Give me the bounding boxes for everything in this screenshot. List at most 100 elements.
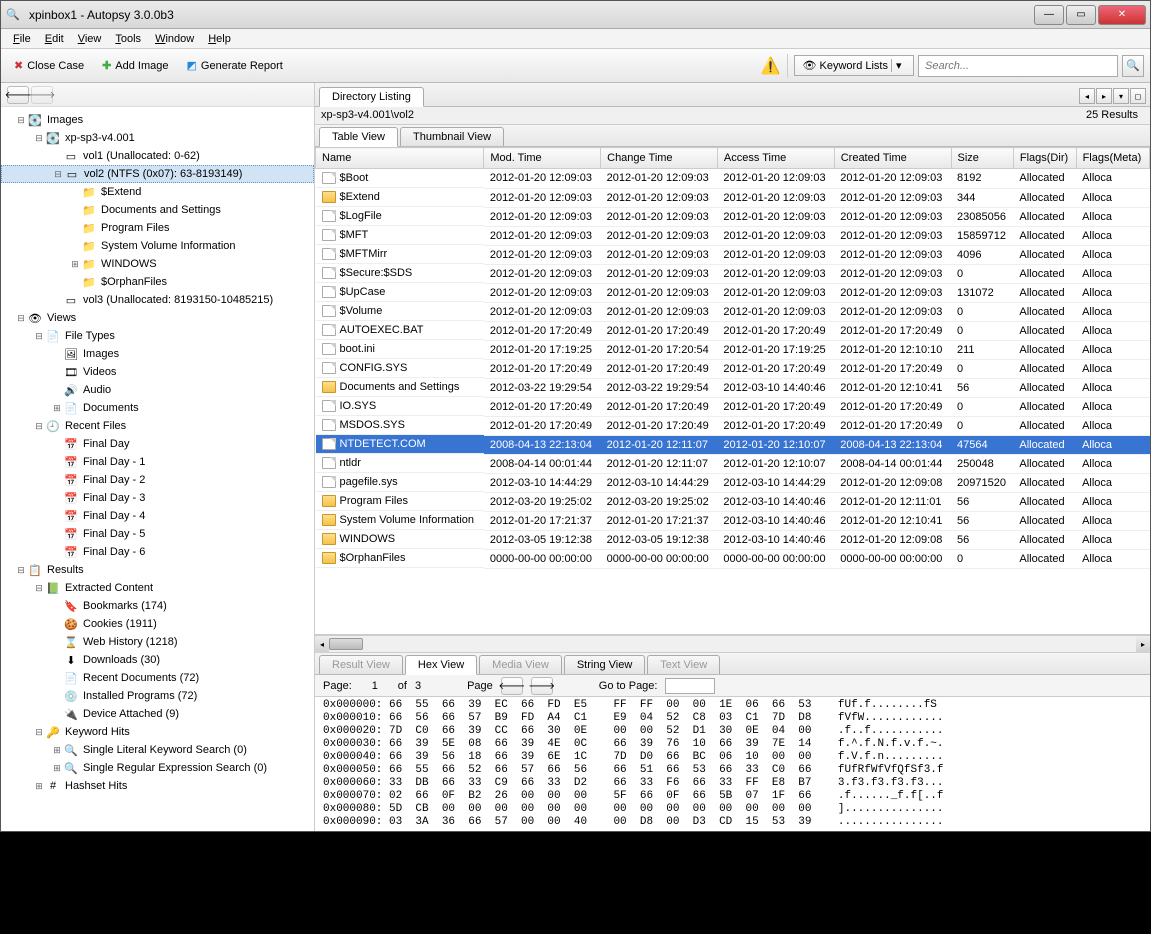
next-panel-button[interactable]: ▸ — [1096, 88, 1112, 104]
tree-node[interactable]: 📅Final Day - 1 — [1, 453, 314, 471]
page-prev-button[interactable]: 🡐 — [501, 677, 523, 695]
drop-panel-button[interactable]: ▾ — [1113, 88, 1129, 104]
search-button[interactable]: 🔍 — [1122, 55, 1144, 77]
tree-node[interactable]: 📅Final Day - 5 — [1, 525, 314, 543]
tree-node[interactable]: ⊞🔍Single Regular Expression Search (0) — [1, 759, 314, 777]
tab-directory-listing[interactable]: Directory Listing — [319, 87, 424, 107]
table-row[interactable]: $MFT2012-01-20 12:09:032012-01-20 12:09:… — [316, 226, 1150, 245]
column-header[interactable]: Access Time — [717, 148, 834, 169]
back-button[interactable]: 🡐 — [7, 86, 29, 104]
forward-button[interactable]: 🡒 — [31, 86, 53, 104]
tree-toggle[interactable]: ⊟ — [15, 313, 27, 324]
tree-node[interactable]: ⬇Downloads (30) — [1, 651, 314, 669]
tree-toggle[interactable]: ⊟ — [52, 169, 64, 180]
tab-thumbnail-view[interactable]: Thumbnail View — [400, 127, 504, 146]
table-row[interactable]: pagefile.sys2012-03-10 14:44:292012-03-1… — [316, 473, 1150, 492]
dropdown-icon[interactable]: ▾ — [891, 59, 905, 72]
tree-node[interactable]: ⊞📁WINDOWS — [1, 255, 314, 273]
column-header[interactable]: Flags(Meta) — [1076, 148, 1149, 169]
table-row[interactable]: NTDETECT.COM2008-04-13 22:13:042012-01-2… — [316, 435, 1150, 454]
tree-toggle[interactable]: ⊞ — [33, 781, 45, 792]
tree-node[interactable]: ⊟📋Results — [1, 561, 314, 579]
tree-node[interactable]: 📁Documents and Settings — [1, 201, 314, 219]
table-row[interactable]: IO.SYS2012-01-20 17:20:492012-01-20 17:2… — [316, 397, 1150, 416]
add-image-button[interactable]: ✚ Add Image — [95, 55, 175, 76]
tab-table-view[interactable]: Table View — [319, 127, 398, 147]
tree-node[interactable]: ▭vol1 (Unallocated: 0-62) — [1, 147, 314, 165]
column-header[interactable]: Change Time — [601, 148, 718, 169]
tree-toggle[interactable]: ⊟ — [15, 565, 27, 576]
tree-node[interactable]: 🔖Bookmarks (174) — [1, 597, 314, 615]
tree-node[interactable]: 📄Recent Documents (72) — [1, 669, 314, 687]
tree-node[interactable]: 📁$Extend — [1, 183, 314, 201]
close-button[interactable]: ✕ — [1098, 5, 1146, 25]
table-row[interactable]: $OrphanFiles0000-00-00 00:00:000000-00-0… — [316, 549, 1150, 568]
tree-node[interactable]: ⊟💽xp-sp3-v4.001 — [1, 129, 314, 147]
table-row[interactable]: $MFTMirr2012-01-20 12:09:032012-01-20 12… — [316, 245, 1150, 264]
minimize-button[interactable]: — — [1034, 5, 1064, 25]
tree-node[interactable]: ⊟🔑Keyword Hits — [1, 723, 314, 741]
tree-node[interactable]: ⊞#Hashset Hits — [1, 777, 314, 795]
tree-toggle[interactable]: ⊟ — [33, 583, 45, 594]
tree[interactable]: ⊟💽Images⊟💽xp-sp3-v4.001▭vol1 (Unallocate… — [1, 107, 314, 831]
table-row[interactable]: $Extend2012-01-20 12:09:032012-01-20 12:… — [316, 188, 1150, 207]
tree-node[interactable]: ⊞🔍Single Literal Keyword Search (0) — [1, 741, 314, 759]
file-table-wrap[interactable]: NameMod. TimeChange TimeAccess TimeCreat… — [315, 147, 1150, 635]
tree-toggle[interactable]: ⊞ — [51, 745, 63, 756]
tree-node[interactable]: 📁Program Files — [1, 219, 314, 237]
tree-toggle[interactable]: ⊞ — [51, 403, 63, 414]
max-panel-button[interactable]: ◻ — [1130, 88, 1146, 104]
tree-node[interactable]: ⊟👁Views — [1, 309, 314, 327]
table-row[interactable]: WINDOWS2012-03-05 19:12:382012-03-05 19:… — [316, 530, 1150, 549]
table-row[interactable]: Program Files2012-03-20 19:25:022012-03-… — [316, 492, 1150, 511]
tree-node[interactable]: 🔊Audio — [1, 381, 314, 399]
search-input[interactable] — [918, 55, 1118, 77]
column-header[interactable]: Size — [951, 148, 1013, 169]
tree-node[interactable]: ⊞📄Documents — [1, 399, 314, 417]
tree-node[interactable]: ⊟▭vol2 (NTFS (0x07): 63-8193149) — [1, 165, 314, 183]
generate-report-button[interactable]: ◩ Generate Report — [180, 55, 290, 76]
tree-toggle[interactable]: ⊟ — [15, 115, 27, 126]
table-row[interactable]: $Boot2012-01-20 12:09:032012-01-20 12:09… — [316, 169, 1150, 189]
page-next-button[interactable]: 🡒 — [531, 677, 553, 695]
tree-node[interactable]: 🔌Device Attached (9) — [1, 705, 314, 723]
table-row[interactable]: $UpCase2012-01-20 12:09:032012-01-20 12:… — [316, 283, 1150, 302]
column-header[interactable]: Name — [316, 148, 484, 169]
tree-node[interactable]: 🍪Cookies (1911) — [1, 615, 314, 633]
tree-node[interactable]: 📅Final Day - 2 — [1, 471, 314, 489]
goto-input[interactable] — [665, 678, 715, 694]
tree-node[interactable]: ⊟💽Images — [1, 111, 314, 129]
tree-node[interactable]: 📁System Volume Information — [1, 237, 314, 255]
column-header[interactable]: Created Time — [834, 148, 951, 169]
viewer-tab-hex-view[interactable]: Hex View — [405, 655, 477, 675]
table-row[interactable]: ntldr2008-04-14 00:01:442012-01-20 12:11… — [316, 454, 1150, 473]
tree-node[interactable]: 📅Final Day — [1, 435, 314, 453]
scroll-right-button[interactable]: ▸ — [1136, 636, 1150, 653]
tree-node[interactable]: ⊟🕘Recent Files — [1, 417, 314, 435]
tree-node[interactable]: 📅Final Day - 3 — [1, 489, 314, 507]
table-row[interactable]: CONFIG.SYS2012-01-20 17:20:492012-01-20 … — [316, 359, 1150, 378]
column-header[interactable]: Flags(Dir) — [1013, 148, 1076, 169]
tree-node[interactable]: ⊟📗Extracted Content — [1, 579, 314, 597]
horizontal-scrollbar[interactable]: ◂ ▸ — [315, 635, 1150, 653]
table-row[interactable]: boot.ini2012-01-20 17:19:252012-01-20 17… — [316, 340, 1150, 359]
tree-toggle[interactable]: ⊞ — [51, 763, 63, 774]
tree-node[interactable]: 📁$OrphanFiles — [1, 273, 314, 291]
prev-panel-button[interactable]: ◂ — [1079, 88, 1095, 104]
tree-toggle[interactable]: ⊟ — [33, 331, 45, 342]
tree-node[interactable]: 🎞Videos — [1, 363, 314, 381]
column-header[interactable]: Mod. Time — [484, 148, 601, 169]
tree-toggle[interactable]: ⊟ — [33, 133, 45, 144]
menu-tools[interactable]: Tools — [109, 31, 147, 47]
tree-node[interactable]: 📅Final Day - 6 — [1, 543, 314, 561]
table-row[interactable]: MSDOS.SYS2012-01-20 17:20:492012-01-20 1… — [316, 416, 1150, 435]
menu-view[interactable]: View — [72, 31, 108, 47]
scroll-left-button[interactable]: ◂ — [315, 636, 329, 653]
menu-help[interactable]: Help — [202, 31, 237, 47]
tree-toggle[interactable]: ⊟ — [33, 421, 45, 432]
menu-edit[interactable]: Edit — [39, 31, 70, 47]
tree-node[interactable]: ▭vol3 (Unallocated: 8193150-10485215) — [1, 291, 314, 309]
hex-dump[interactable]: 0x000000: 66 55 66 39 EC 66 FD E5 FF FF … — [315, 697, 1150, 831]
close-case-button[interactable]: ✖ Close Case — [7, 55, 91, 76]
tree-node[interactable]: 📅Final Day - 4 — [1, 507, 314, 525]
